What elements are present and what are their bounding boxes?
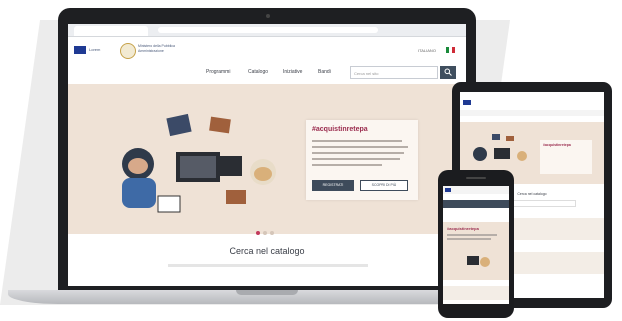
carousel-dots [256, 222, 277, 240]
nav-bandi[interactable]: Bandi [318, 69, 331, 75]
search-icon [444, 68, 452, 76]
tablet-hero-title: #acquistinretepa [543, 143, 571, 147]
hero-text-line [447, 234, 497, 236]
tablet-nav [460, 110, 604, 116]
ministry-text: Ministero della Pubblica Amministrazione [138, 44, 175, 53]
phone-nav-bar[interactable] [443, 200, 509, 208]
eu-flag-icon [445, 188, 451, 192]
browser-tab[interactable] [74, 26, 148, 36]
hero-card: #acquistinretepa REGISTRATI SCOPRI DI PI… [306, 120, 418, 200]
register-button[interactable]: REGISTRATI [312, 180, 354, 191]
address-bar[interactable] [158, 27, 378, 33]
hero-text-line [312, 140, 402, 142]
phone-hero-title: #acquistinretepa [447, 226, 479, 231]
language-selector[interactable]: ITALIANO [418, 48, 436, 53]
laptop-notch [236, 290, 298, 295]
italy-flag-icon [446, 47, 455, 53]
search-button[interactable] [440, 66, 456, 79]
phone-hero: #acquistinretepa [443, 222, 509, 280]
ministry-logo[interactable] [120, 43, 136, 59]
catalog-search-bar[interactable] [168, 264, 368, 267]
eu-flag-icon [463, 100, 471, 105]
nav-iniziative[interactable]: Iniziative [283, 69, 302, 75]
hero-illustration [122, 113, 276, 213]
carousel-dot[interactable] [270, 231, 274, 235]
carousel-dot[interactable] [263, 231, 267, 235]
hero-text-line [447, 238, 491, 240]
main-nav: Programmi Catalogo Iniziative Bandi Cerc… [68, 63, 466, 83]
speaker-icon [466, 177, 486, 179]
hero-text-line [312, 164, 382, 166]
nav-programmi[interactable]: Programmi [206, 69, 230, 75]
eu-flag-icon [74, 46, 86, 54]
site-header: Lorem Ministero della Pubblica Amministr… [68, 37, 466, 63]
phone-device: #acquistinretepa [438, 170, 514, 318]
camera-icon [266, 14, 270, 18]
tablet-hero-card: #acquistinretepa [540, 140, 592, 174]
hero-text-line [312, 146, 408, 148]
discover-more-button[interactable]: SCOPRI DI PIÙ [360, 180, 408, 191]
laptop-screen: Lorem Ministero della Pubblica Amministr… [68, 24, 466, 286]
browser-chrome [68, 24, 466, 37]
hero-title: #acquistinretepa [312, 126, 368, 133]
catalog-title: Cerca nel catalogo [229, 246, 305, 256]
search-input[interactable]: Cerca nel sito [350, 66, 438, 79]
brand-text: Lorem [89, 47, 101, 52]
hero-illustration [467, 256, 490, 267]
phone-screen: #acquistinretepa [443, 186, 509, 304]
hero-banner: #acquistinretepa REGISTRATI SCOPRI DI PI… [68, 84, 466, 235]
phone-section [443, 286, 509, 300]
nav-catalogo[interactable]: Catalogo [248, 69, 268, 75]
hero-text-line [312, 152, 404, 154]
phone-header [443, 186, 509, 194]
carousel-dot[interactable] [256, 231, 260, 235]
hero-text-line [312, 158, 400, 160]
